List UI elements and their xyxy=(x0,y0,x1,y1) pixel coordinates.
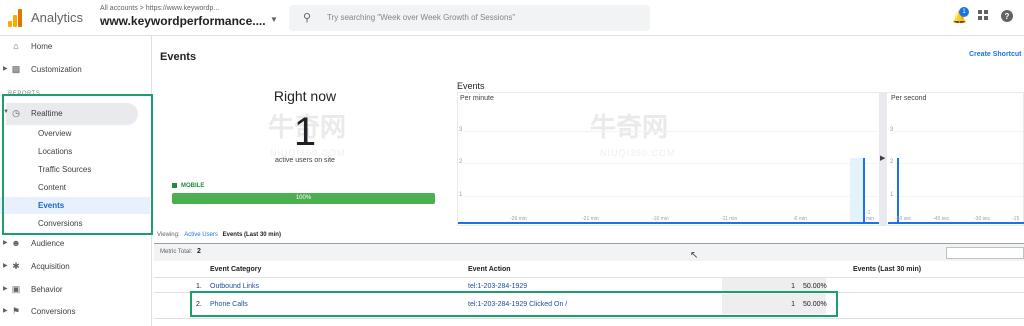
x-tick-label: -1 min xyxy=(866,210,875,222)
account-selector[interactable]: www.keywordperformance.... xyxy=(100,14,266,28)
row-index: 1. xyxy=(196,283,202,290)
account-breadcrumb[interactable]: All accounts > https://www.keywordp... xyxy=(100,5,219,12)
viewing-events-option[interactable]: Events (Last 30 min) xyxy=(223,232,281,238)
chevron-right-icon: ▶ xyxy=(3,286,8,292)
metric-total-label: Metric Total: xyxy=(160,249,193,255)
gridline xyxy=(895,131,1023,132)
dashboard-icon: ▩ xyxy=(11,64,21,74)
y-tick-label: 3 xyxy=(890,127,894,133)
chevron-right-icon: ▶ xyxy=(3,66,8,72)
events-chart-title: Events xyxy=(457,81,485,91)
gridline xyxy=(895,163,1023,164)
device-share-percent: 100% xyxy=(295,195,312,201)
y-tick-label: 2 xyxy=(890,159,894,165)
row-category-link[interactable]: Outbound Links xyxy=(210,283,259,290)
sidebar-item-home[interactable]: ⌂ Home xyxy=(0,38,152,56)
chevron-right-icon: ▶ xyxy=(3,263,8,269)
y-tick-label: 2 xyxy=(459,159,463,165)
viewing-toggle: Viewing: Active Users Events (Last 30 mi… xyxy=(157,232,281,238)
active-users-count: 1 xyxy=(293,110,317,154)
active-users-label: active users on site xyxy=(275,157,335,164)
column-header-events[interactable]: Events (Last 30 min) xyxy=(853,266,921,273)
right-now-title: Right now xyxy=(273,88,337,104)
phone-calls-highlight-box xyxy=(190,291,838,317)
gridline xyxy=(464,131,876,132)
metric-total-value: 2 xyxy=(197,248,201,255)
row-action-link[interactable]: tel:1-203-284-1929 xyxy=(468,283,527,290)
per-minute-label: Per minute xyxy=(460,95,494,102)
apps-grid-icon[interactable] xyxy=(978,10,989,24)
minute-spike-bar xyxy=(850,158,864,222)
table-divider xyxy=(154,277,1024,278)
help-icon[interactable]: ? xyxy=(1001,10,1013,25)
home-icon: ⌂ xyxy=(13,41,19,51)
row-count: 1 xyxy=(791,283,795,290)
column-header-category[interactable]: Event Category xyxy=(210,266,261,273)
chevron-down-icon[interactable]: ▼ xyxy=(270,15,278,24)
mouse-cursor-icon: ↖ xyxy=(690,250,699,261)
page-title: Events xyxy=(160,51,197,63)
y-tick-label: 3 xyxy=(459,127,463,133)
second-spike xyxy=(897,158,899,224)
sidebar-item-label: Acquisition xyxy=(31,262,70,271)
minute-spike xyxy=(863,158,865,224)
table-row-divider xyxy=(154,318,1024,319)
viewing-label: Viewing: xyxy=(157,232,180,238)
sidebar-item-customization[interactable]: ▶ ▩ Customization xyxy=(0,61,152,79)
search-input[interactable]: ⚲ Try searching "Week over Week Growth o… xyxy=(289,5,650,31)
search-icon: ⚲ xyxy=(303,12,312,24)
flag-icon: ⚑ xyxy=(11,306,21,316)
sidebar-item-label: Behavior xyxy=(31,285,63,294)
analytics-logo-icon[interactable] xyxy=(8,9,22,27)
sidebar-item-audience[interactable]: ▶ ☻ Audience xyxy=(0,235,152,253)
chart-axis-line xyxy=(458,222,879,224)
sidebar-item-label: Customization xyxy=(31,65,82,74)
create-shortcut-link[interactable]: Create Shortcut xyxy=(969,51,1022,58)
gridline xyxy=(464,163,876,164)
sidebar-item-conversions[interactable]: ▶ ⚑ Conversions xyxy=(0,303,152,321)
column-header-action[interactable]: Event Action xyxy=(468,266,511,273)
device-label: MOBILE xyxy=(181,183,205,189)
chart-axis-line xyxy=(888,222,1024,224)
y-tick-label: 1 xyxy=(459,192,463,198)
mobile-legend-swatch xyxy=(172,183,177,188)
sidebar-item-label: Conversions xyxy=(31,307,76,316)
events-chart xyxy=(457,92,1024,226)
chevron-right-icon: ▶ xyxy=(3,240,8,246)
chevron-right-icon[interactable]: ▶ xyxy=(880,154,885,162)
sidebar-item-behavior[interactable]: ▶ ▣ Behavior xyxy=(0,281,152,299)
person-icon: ☻ xyxy=(11,238,21,248)
behavior-icon: ▣ xyxy=(11,284,21,294)
sidebar-item-label: Audience xyxy=(31,239,65,248)
metric-total-bar xyxy=(154,243,1024,261)
table-filter-input[interactable] xyxy=(946,247,1024,259)
notification-badge: 1 xyxy=(959,7,969,17)
search-placeholder: Try searching "Week over Week Growth of … xyxy=(327,13,516,22)
acquisition-icon: ✱ xyxy=(12,261,20,271)
gridline xyxy=(895,196,1023,197)
chevron-right-icon: ▶ xyxy=(3,308,8,314)
svg-text:?: ? xyxy=(1005,12,1010,21)
app-name: Analytics xyxy=(31,10,84,25)
row-percent: 50.00% xyxy=(803,283,827,290)
sidebar-item-acquisition[interactable]: ▶ ✱ Acquisition xyxy=(0,258,152,276)
realtime-highlight-box xyxy=(2,94,153,235)
top-bar: Analytics All accounts > https://www.key… xyxy=(0,0,1024,36)
sidebar-item-label: Home xyxy=(31,42,53,51)
y-tick-label: 1 xyxy=(890,192,894,198)
gridline xyxy=(464,196,876,197)
per-second-label: Per second xyxy=(891,95,927,102)
viewing-active-users-option[interactable]: Active Users xyxy=(184,232,218,238)
